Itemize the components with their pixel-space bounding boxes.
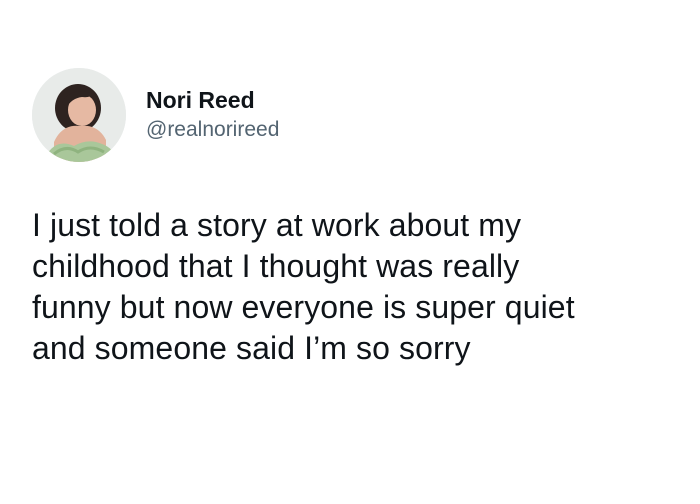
- profile-photo-icon: [32, 68, 126, 162]
- tweet-header: Nori Reed @realnorireed: [32, 68, 279, 162]
- author-names: Nori Reed @realnorireed: [146, 86, 279, 144]
- user-handle[interactable]: @realnorireed: [146, 116, 279, 144]
- tweet-text: I just told a story at work about my chi…: [32, 207, 575, 366]
- display-name[interactable]: Nori Reed: [146, 86, 279, 114]
- avatar[interactable]: [32, 68, 126, 162]
- tweet-card: Nori Reed @realnorireed I just told a st…: [0, 0, 700, 504]
